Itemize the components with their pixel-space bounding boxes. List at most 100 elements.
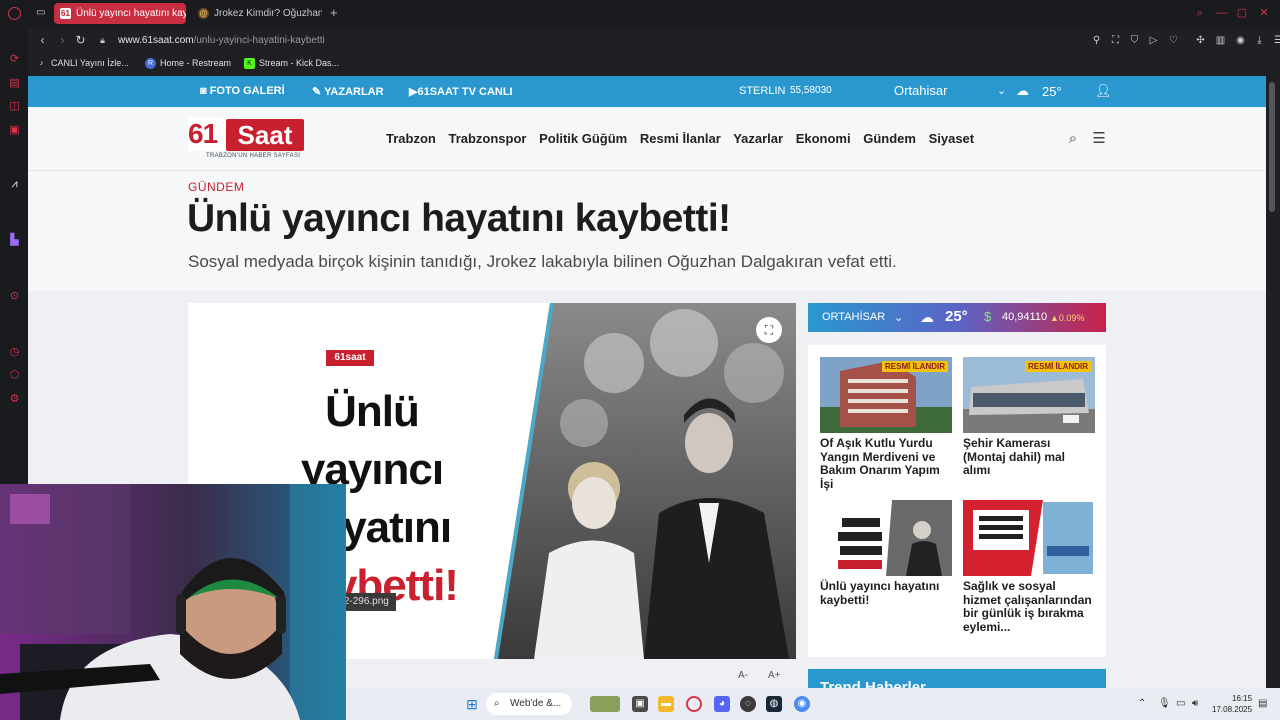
bookmark-item[interactable]: K Stream - Kick Das... — [244, 58, 339, 69]
aria-icon[interactable]: ⟳ — [8, 53, 21, 66]
couple-photo — [494, 303, 796, 659]
nav-item-yazarlar[interactable]: Yazarlar — [733, 131, 783, 146]
up-arrow-icon: ▲ — [1050, 313, 1059, 323]
writers-link[interactable]: ✎ YAZARLAR — [312, 85, 384, 98]
pen-icon: ✎ — [312, 86, 325, 98]
card-title: Şehir Kamerası (Montaj dahil) mal alımı — [963, 436, 1065, 477]
app-icon[interactable]: ◌ — [740, 696, 756, 712]
nav-item-ekonomi[interactable]: Ekonomi — [796, 131, 851, 146]
settings-icon[interactable]: ⚙ — [8, 393, 21, 406]
windows-start-icon[interactable]: ⊞ — [464, 696, 480, 712]
download-icon[interactable]: ⤓ — [1253, 34, 1266, 47]
chevron-down-icon[interactable]: ⌄ — [894, 311, 903, 324]
site-top-strip: ◙ FOTO GALERİ ✎ YAZARLAR ▶61SAAT TV CANL… — [28, 76, 1266, 107]
nav-item-siyaset[interactable]: Siyaset — [929, 131, 975, 146]
nav-item-gundem[interactable]: Gündem — [863, 131, 916, 146]
search-tabs-icon[interactable]: ⌕ — [1194, 7, 1206, 19]
tab-menu-icon[interactable]: ▭ — [36, 7, 48, 19]
opera-logo-icon[interactable] — [8, 7, 21, 20]
back-icon[interactable]: ‹ — [36, 34, 49, 47]
taskbar-search[interactable]: ⌕ Web'de &... — [486, 693, 572, 715]
opera-gx-icon[interactable] — [686, 696, 702, 712]
task-view-icon[interactable]: ▣ — [632, 696, 648, 712]
menu-icon[interactable]: ☰ — [1272, 34, 1280, 47]
webcam-overlay — [0, 484, 346, 720]
hero-text-line: Ünlü — [325, 387, 420, 436]
logo-number: 61 — [188, 117, 230, 151]
windows-taskbar: ⊞ ⌕ Web'de &... ▣ ▬ ◕ ◌ ◍ ◉ ⌃ 🎙︎ ▭ 🔊︎ 16… — [346, 688, 1280, 720]
instagram-icon[interactable]: ◫ — [8, 100, 21, 113]
sidebar-city-select[interactable]: ORTAHİSAR — [822, 311, 885, 323]
url-field[interactable]: www.61saat.com/unlu-yayinci-hayatini-kay… — [118, 35, 325, 46]
pin-icon[interactable]: ⚲ — [1090, 34, 1103, 47]
writers-label: YAZARLAR — [324, 86, 384, 98]
reload-icon[interactable]: ↻ — [74, 34, 87, 47]
search-icon[interactable]: ⌕ — [1065, 131, 1081, 147]
camera-icon: ◙ — [200, 85, 210, 97]
snapshot-icon[interactable]: ⛶ — [1109, 34, 1122, 47]
expand-image-icon[interactable]: ⛶ — [756, 317, 782, 343]
card-badge: RESMİ İLANDIR — [882, 361, 948, 372]
site-header: 61 Saat TRABZON'UN HABER SAYFASI Trabzon… — [28, 107, 1266, 171]
nav-item-resmi-ilanlar[interactable]: Resmi İlanlar — [640, 131, 721, 146]
dollar-icon: $ — [984, 309, 992, 324]
article-category[interactable]: GÜNDEM — [188, 180, 244, 194]
volume-icon[interactable]: 🔊︎ — [1192, 698, 1198, 709]
discord-icon[interactable]: ◕ — [714, 696, 730, 712]
twitch-icon[interactable]: ▙ — [8, 234, 21, 247]
taskbar-clock[interactable]: 16:15 17.08.2025 — [1212, 693, 1252, 715]
play-icon[interactable]: ▷ — [1147, 34, 1160, 47]
heart-icon[interactable]: ♡ — [1167, 34, 1180, 47]
url-domain: www.61saat.com — [118, 35, 194, 46]
tab-active[interactable]: 61 Ünlü yayıncı hayatını kaybett — [54, 3, 186, 24]
chrome-icon[interactable]: ◉ — [794, 696, 810, 712]
article-header: GÜNDEM Ünlü yayıncı hayatını kaybetti! S… — [28, 171, 1266, 291]
user-icon[interactable]: 👤︎ — [1095, 83, 1112, 99]
search-icon: ⌕ — [494, 698, 500, 709]
news-cards: RESMİ İLANDIR Of Aşık Kutlu Yurdu Yangın… — [808, 345, 1106, 657]
profile-icon[interactable]: ◉ — [1234, 34, 1247, 47]
microphone-icon[interactable]: 🎙︎ — [1158, 698, 1171, 709]
shield-icon[interactable]: ⛉ — [1128, 34, 1141, 47]
bookmark-item[interactable]: R Home - Restream — [145, 58, 231, 69]
taskbar-search-text: Web'de &... — [510, 698, 562, 709]
kick-icon[interactable]: ⩘ — [8, 178, 21, 191]
city-select[interactable]: Ortahisar — [894, 83, 947, 98]
tab-second[interactable]: @ Jrokez Kimdir? Oğuzhan Da — [192, 3, 322, 24]
workspace-icon[interactable]: ▤ — [8, 77, 21, 90]
scrollbar-thumb[interactable] — [1269, 82, 1275, 212]
tray-chevron-icon[interactable]: ⌃ — [1138, 698, 1146, 709]
file-explorer-icon[interactable]: ▬ — [658, 696, 674, 712]
network-icon[interactable]: ▭ — [1176, 698, 1185, 709]
maximize-icon[interactable]: ▢ — [1236, 7, 1248, 19]
font-smaller-button[interactable]: A- — [738, 670, 748, 681]
media-icon[interactable]: ▣ — [8, 124, 21, 137]
hamburger-menu-icon[interactable]: ☰ — [1091, 131, 1107, 147]
new-tab-icon[interactable]: + — [330, 6, 338, 20]
weather-currency-bar: ORTAHİSAR ⌄ ☁ 25° $ 40,94110 ▲0.09% — [808, 303, 1106, 332]
steam-icon[interactable]: ◍ — [766, 696, 782, 712]
chevron-down-icon[interactable]: ⌄ — [997, 84, 1006, 97]
url-path: /unlu-yayinci-hayatini-kaybetti — [193, 35, 325, 46]
player-icon[interactable]: ⊙ — [8, 290, 21, 303]
close-icon[interactable]: ✕ — [1258, 7, 1270, 19]
notification-icon[interactable]: ▤ — [1258, 698, 1267, 709]
sidebar-temperature: 25° — [945, 308, 968, 325]
nav-item-trabzon[interactable]: Trabzon — [386, 131, 436, 146]
history-icon[interactable]: ◷ — [8, 346, 21, 359]
photo-gallery-link[interactable]: ◙ FOTO GALERİ — [200, 85, 285, 97]
extensions-puzzle-icon[interactable]: ✣ — [1194, 34, 1207, 47]
article-headline: Ünlü yayıncı hayatını kaybetti! — [187, 197, 731, 240]
forward-icon[interactable]: › — [56, 34, 69, 47]
font-larger-button[interactable]: A+ — [768, 670, 781, 681]
tv-live-link[interactable]: ▶61SAAT TV CANLI — [409, 85, 513, 98]
extensions-icon[interactable]: ⬠ — [8, 369, 21, 382]
nav-item-trabzonspor[interactable]: Trabzonspor — [448, 131, 526, 146]
wallet-icon[interactable]: ▥ — [1214, 34, 1227, 47]
bookmark-item[interactable]: ♪ CANLI Yayını İzle... — [36, 58, 129, 68]
trend-news-title: Trend Haberler — [820, 679, 926, 688]
minimize-icon[interactable]: — — [1216, 7, 1228, 19]
nav-item-politik-gugum[interactable]: Politik Güğüm — [539, 131, 627, 146]
site-logo[interactable]: 61 Saat TRABZON'UN HABER SAYFASI — [188, 117, 306, 161]
widgets-icon[interactable] — [590, 696, 620, 712]
